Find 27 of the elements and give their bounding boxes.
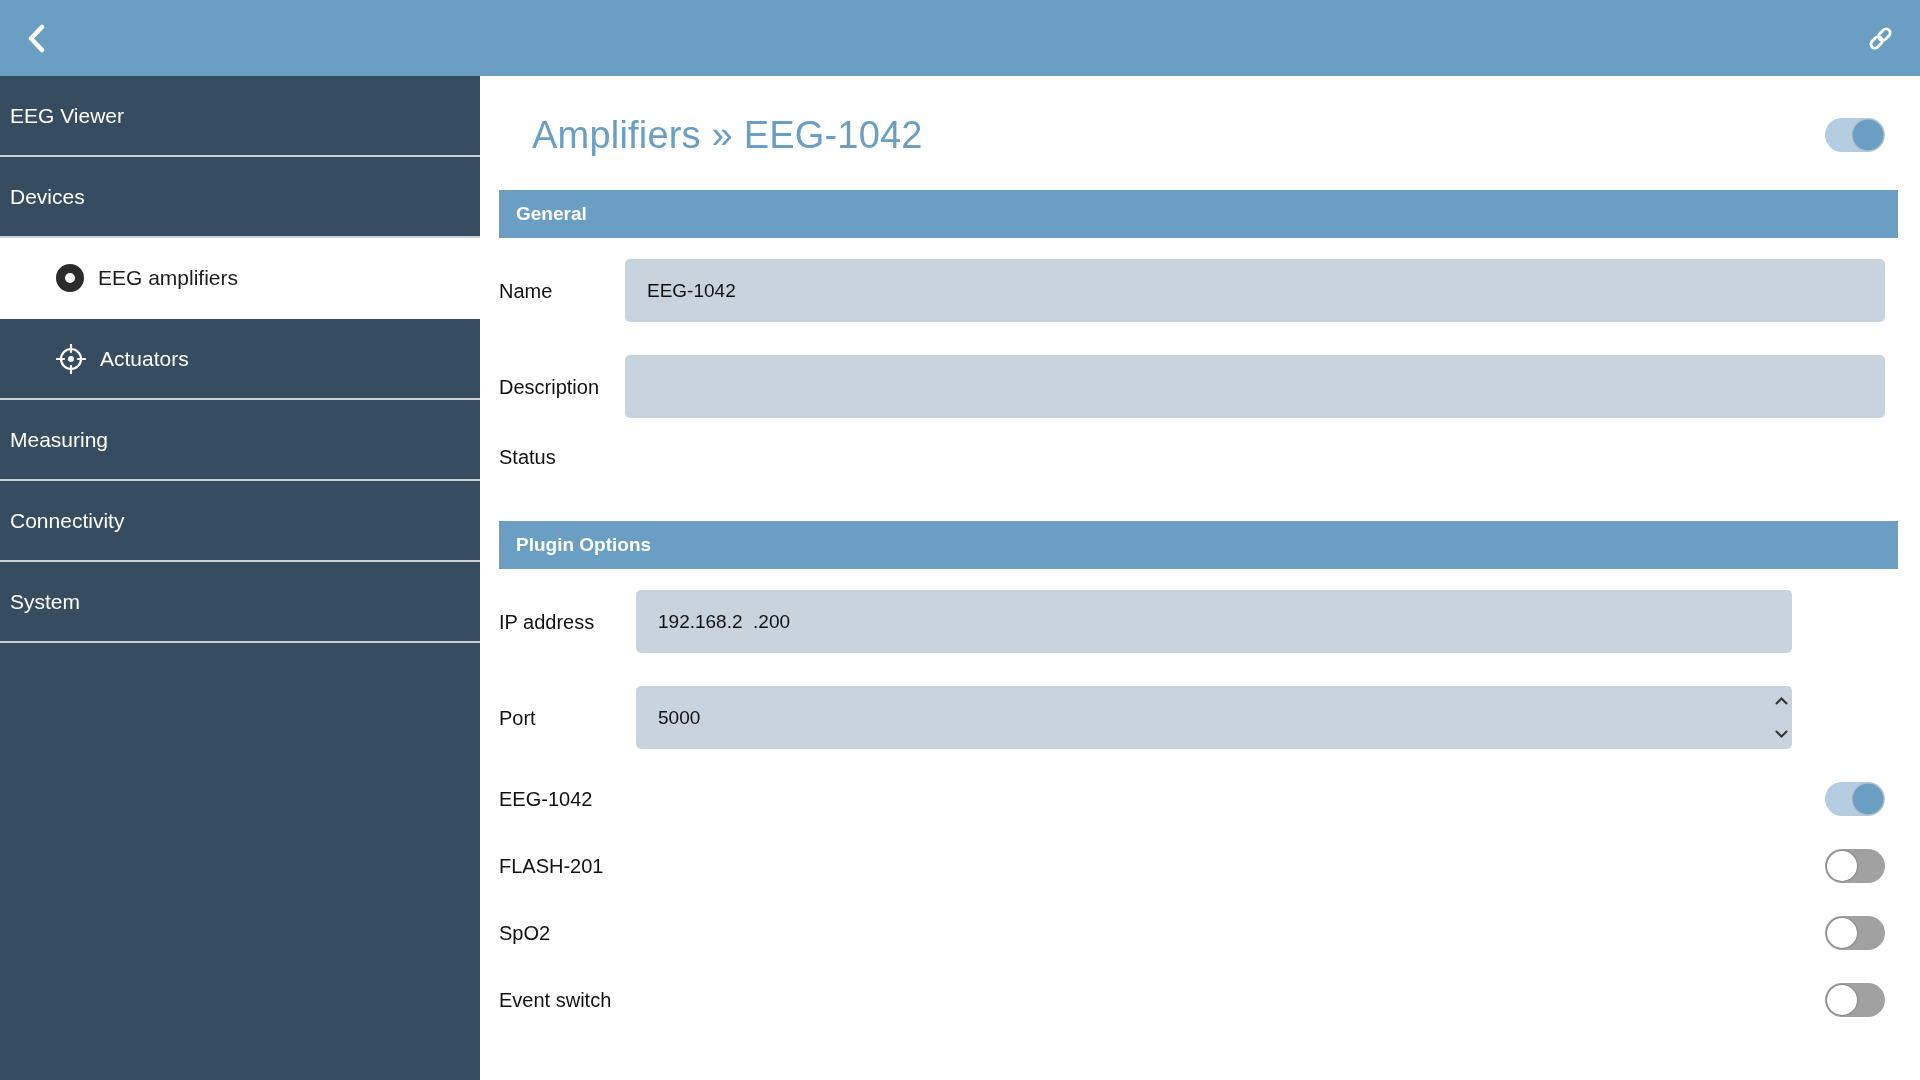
field-label: Description — [499, 374, 600, 399]
number-field[interactable]: 5000 — [636, 686, 1792, 749]
switch-label: FLASH-201 — [499, 854, 604, 878]
sidebar-subitem[interactable]: EEG amplifiers — [0, 238, 480, 319]
field-label: Name — [499, 278, 553, 303]
field-label: IP address — [499, 609, 595, 634]
switch-label: Event switch — [499, 988, 612, 1012]
toggle-switch[interactable] — [1825, 118, 1885, 152]
input-field[interactable] — [625, 355, 1885, 418]
switch-label: EEG-1042 — [499, 787, 593, 811]
switch-label: SpO2 — [499, 921, 551, 945]
toggle-switch[interactable] — [1825, 983, 1885, 1017]
section-header: Plugin Options — [499, 521, 1898, 569]
input-field[interactable]: EEG-1042 — [625, 259, 1885, 322]
chevron-left-icon[interactable] — [28, 23, 45, 53]
toggle-switch[interactable] — [1825, 916, 1885, 950]
section-header: General — [499, 190, 1898, 238]
field-label: Status — [499, 445, 556, 469]
chevron-down-icon[interactable] — [1775, 730, 1788, 738]
toggle-switch[interactable] — [1825, 849, 1885, 883]
chevron-up-icon[interactable] — [1775, 697, 1788, 705]
crosshair-icon — [56, 343, 86, 374]
ring-icon — [56, 263, 84, 292]
page-title: Amplifiers » EEG-1042 — [532, 113, 923, 157]
toggle-switch[interactable] — [1825, 782, 1885, 816]
input-field[interactable]: 192.168.2 .200 — [636, 590, 1792, 653]
field-label: Port — [499, 705, 536, 730]
